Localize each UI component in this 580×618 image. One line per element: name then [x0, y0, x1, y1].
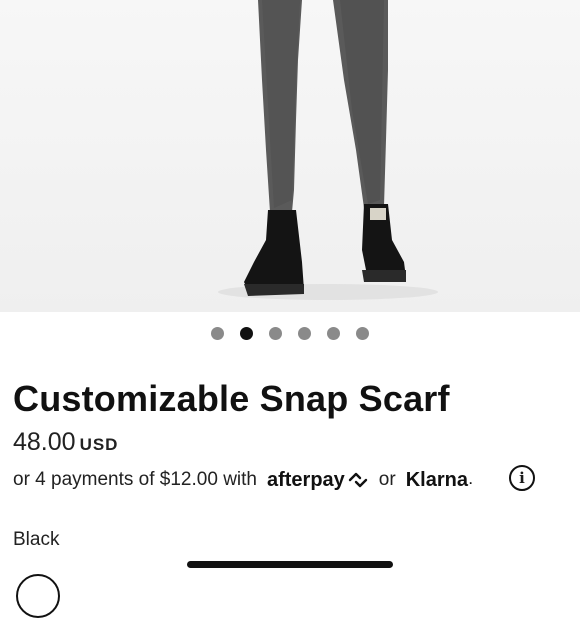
price-currency: USD — [79, 435, 119, 454]
carousel-dot-6[interactable] — [356, 327, 369, 340]
klarna-label: Klarna — [405, 468, 468, 491]
installment-payments: or 4 payments of $12.00 with afterpay or… — [13, 466, 472, 494]
product-title: Customizable Snap Scarf — [13, 378, 450, 419]
payment-info-button[interactable]: i — [509, 465, 535, 491]
selected-color-label: Black — [13, 529, 60, 550]
carousel-dot-3[interactable] — [269, 327, 282, 340]
installment-text: or 4 payments of $12.00 with — [13, 469, 257, 490]
product-photo-illustration — [218, 0, 438, 300]
klarna-logo[interactable]: Klarna. — [406, 469, 473, 492]
product-price: 48.00 USD — [13, 428, 118, 457]
price-amount: 48.00 — [13, 428, 76, 456]
klarna-mark: . — [468, 472, 473, 487]
product-image[interactable] — [0, 0, 580, 312]
carousel-dot-5[interactable] — [327, 327, 340, 340]
or-text: or — [378, 469, 396, 490]
afterpay-arrows-icon — [348, 472, 367, 488]
carousel-dot-4[interactable] — [298, 327, 311, 340]
color-swatch-black[interactable] — [16, 574, 60, 618]
info-icon: i — [519, 468, 525, 487]
afterpay-logo[interactable]: afterpay — [267, 469, 369, 492]
afterpay-label: afterpay — [266, 468, 345, 491]
carousel-dot-2-active[interactable] — [240, 327, 253, 340]
home-indicator[interactable] — [187, 561, 393, 568]
carousel-dots — [0, 327, 580, 340]
carousel-dot-1[interactable] — [211, 327, 224, 340]
